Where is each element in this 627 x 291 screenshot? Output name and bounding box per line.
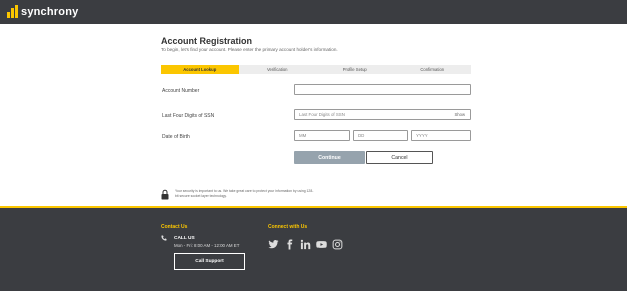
main-content: Account Registration To begin, let's fin… <box>0 24 627 206</box>
security-note: Your security is important to us. We tak… <box>175 189 314 198</box>
support-hours: Mon - Fri: 8:00 AM - 12:00 AM ET <box>174 243 240 248</box>
dob-day-placeholder: DD <box>358 133 365 138</box>
youtube-icon[interactable] <box>316 237 327 248</box>
ssn-placeholder: Last Four Digits of SSN <box>299 112 345 117</box>
dob-year-placeholder: YYYY <box>416 133 428 138</box>
lock-icon <box>161 189 169 200</box>
facebook-icon[interactable] <box>284 237 295 250</box>
logo-mark-icon <box>7 5 18 18</box>
page-title: Account Registration <box>161 36 253 46</box>
show-ssn-button[interactable]: Show <box>455 112 465 117</box>
top-bar: synchrony <box>0 0 627 24</box>
step-confirmation: Confirmation <box>420 67 445 72</box>
social-links <box>268 237 343 250</box>
step-verification: Verification <box>267 67 288 72</box>
cancel-button[interactable]: Cancel <box>366 151 433 164</box>
linkedin-icon[interactable] <box>300 237 311 250</box>
dob-year-input[interactable]: YYYY <box>411 130 471 141</box>
call-us-label: CALL US <box>174 236 195 241</box>
dob-month-placeholder: MM <box>299 133 307 138</box>
brand-name: synchrony <box>21 5 79 18</box>
connect-heading: Connect with Us <box>268 224 308 230</box>
contact-us-heading: Contact Us <box>161 224 188 230</box>
account-number-label: Account Number <box>162 88 200 94</box>
account-number-input[interactable] <box>294 84 471 95</box>
phone-icon <box>161 235 167 241</box>
call-support-button[interactable]: Call Support <box>174 253 245 270</box>
continue-button[interactable]: Continue <box>294 151 365 164</box>
footer: Contact Us CALL US Mon - Fri: 8:00 AM - … <box>0 208 627 291</box>
twitter-icon[interactable] <box>268 237 279 249</box>
step-profile-setup: Profile Setup <box>342 67 367 72</box>
progress-steps: Account Lookup Verification Profile Setu… <box>161 65 471 74</box>
synchrony-logo[interactable]: synchrony <box>7 5 78 18</box>
dob-month-input[interactable]: MM <box>294 130 350 141</box>
page-subtitle: To begin, let's find your account. Pleas… <box>161 47 338 52</box>
ssn-label: Last Four Digits of SSN <box>162 113 215 119</box>
step-account-lookup: Account Lookup <box>161 65 239 74</box>
dob-label: Date of Birth <box>162 134 190 140</box>
instagram-icon[interactable] <box>332 237 343 250</box>
ssn-input[interactable]: Last Four Digits of SSN Show <box>294 109 471 120</box>
dob-day-input[interactable]: DD <box>353 130 408 141</box>
